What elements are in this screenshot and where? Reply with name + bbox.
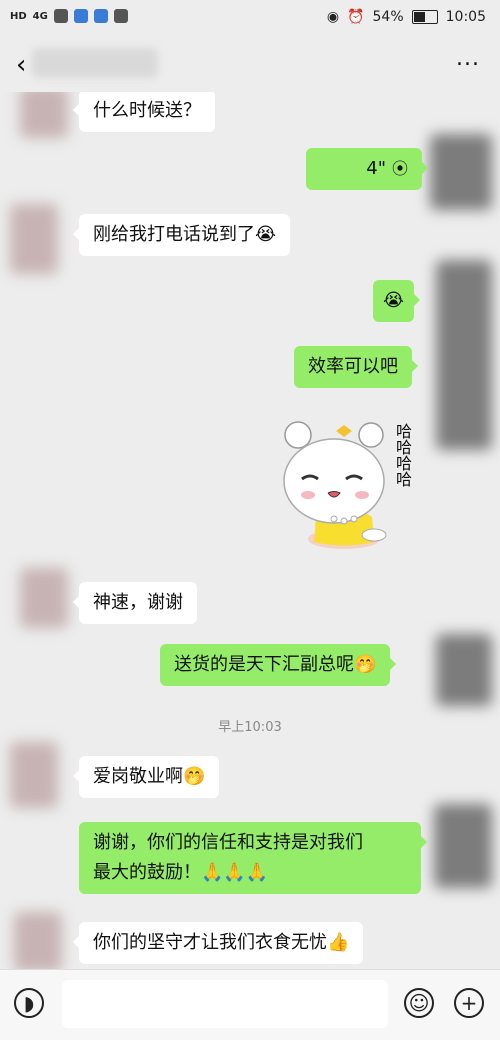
- voice-wave-icon: ⦿: [391, 159, 408, 178]
- voice-message[interactable]: 4" ⦿: [306, 148, 428, 190]
- more-dots-icon[interactable]: ...: [456, 46, 480, 71]
- signal-icon: [53, 9, 68, 23]
- hand-over-mouth-emoji: 🤭: [183, 766, 206, 787]
- voice-duration: 4": [366, 158, 386, 179]
- thumbs-up-emoji: 👍: [327, 932, 350, 953]
- crying-laughing-emoji: 😭: [255, 224, 277, 245]
- chat-title-blurred: [32, 48, 158, 78]
- crying-laughing-emoji: 😭: [383, 290, 405, 311]
- avatar[interactable]: [20, 92, 68, 138]
- avatar[interactable]: [430, 134, 492, 210]
- notification-icon: [113, 9, 128, 23]
- chat-header: ‹ ...: [0, 36, 500, 92]
- clock: 10:05: [445, 9, 486, 25]
- sticker-caption: 哈哈哈哈: [393, 423, 412, 487]
- status-right: ◉ ⏰ 54% 10:05: [327, 9, 486, 25]
- network-indicator: 4G: [32, 10, 48, 22]
- message-bubble[interactable]: 😭: [373, 280, 421, 322]
- app-notification-icon: [93, 9, 108, 23]
- avatar[interactable]: [434, 804, 492, 888]
- message-bubble[interactable]: 你们的坚守才让我们衣食无忧👍: [72, 922, 364, 964]
- message-bubble[interactable]: 效率可以吧: [294, 346, 418, 388]
- avatar[interactable]: [436, 260, 492, 450]
- eye-icon: ◉: [326, 9, 340, 25]
- status-left-icons: HD 4G: [10, 9, 128, 23]
- telegram-icon: [73, 9, 88, 23]
- message-text: 效率可以吧: [308, 356, 398, 377]
- message-text: 什么时候送？: [93, 100, 201, 121]
- message-bubble[interactable]: 爱岗敬业啊🤭: [72, 756, 220, 798]
- status-bar: HD 4G ◉ ⏰ 54% 10:05: [0, 0, 500, 36]
- avatar[interactable]: [14, 912, 62, 969]
- battery-percent: 54%: [372, 9, 404, 25]
- message-text-line: 最大的鼓励！: [93, 862, 201, 883]
- message-input[interactable]: [62, 980, 388, 1028]
- message-bubble[interactable]: 刚给我打电话说到了😭: [72, 214, 291, 256]
- message-bubble[interactable]: 神速，谢谢: [73, 582, 197, 624]
- message-text: 送货的是天下汇副总呢: [174, 654, 354, 675]
- voice-input-icon[interactable]: ◗: [14, 988, 44, 1018]
- message-bubble[interactable]: 什么时候送？: [73, 92, 215, 132]
- message-text: 神速，谢谢: [93, 592, 183, 613]
- chat-messages[interactable]: 什么时候送？ 4" ⦿ 刚给我打电话说到了😭 😭 效率可以吧 哈哈哈哈 神速，谢…: [0, 92, 500, 969]
- emoji-icon[interactable]: ☺: [404, 988, 434, 1018]
- input-bar: ◗ ☺ +: [0, 969, 500, 1040]
- message-text: 爱岗敬业啊: [93, 766, 183, 787]
- hd-indicator: HD: [10, 10, 27, 22]
- folded-hands-emoji: 🙏🙏🙏: [201, 862, 269, 883]
- avatar[interactable]: [10, 204, 58, 274]
- chevron-left-icon[interactable]: ‹: [16, 52, 26, 78]
- avatar[interactable]: [20, 568, 68, 628]
- battery-icon: [411, 10, 438, 24]
- message-text: 你们的坚守才让我们衣食无忧: [93, 932, 327, 953]
- message-text-line: 谢谢，你们的信任和支持是对我们: [93, 832, 363, 853]
- message-timestamp: 早上10:03: [218, 720, 282, 735]
- message-text: 刚给我打电话说到了: [93, 224, 255, 245]
- message-bubble[interactable]: 谢谢，你们的信任和支持是对我们 最大的鼓励！🙏🙏🙏: [79, 822, 427, 894]
- alarm-icon: ⏰: [347, 9, 365, 25]
- avatar[interactable]: [436, 634, 492, 706]
- avatar[interactable]: [10, 742, 58, 808]
- plus-icon[interactable]: +: [454, 988, 484, 1018]
- message-bubble[interactable]: 送货的是天下汇副总呢🤭: [160, 644, 397, 686]
- hand-over-mouth-emoji: 🤭: [354, 654, 377, 675]
